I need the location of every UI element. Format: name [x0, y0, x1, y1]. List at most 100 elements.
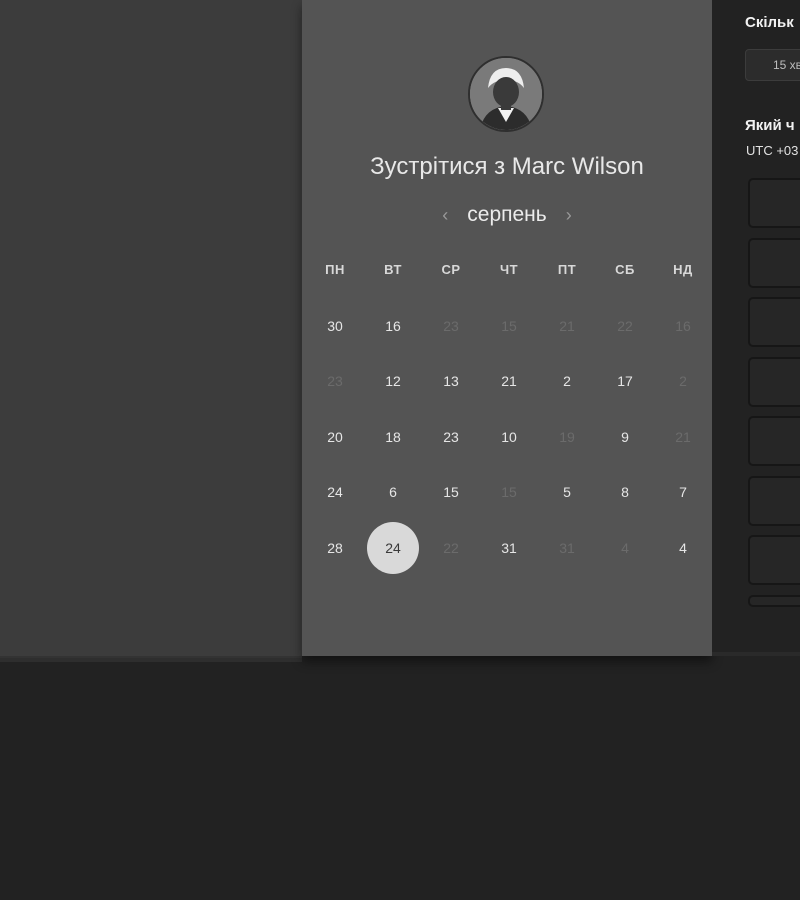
days-grid: 30 16 23 15 21 22 16 23 12 13 21 2 17 2 20 18 23 10 19 9 21 2… — [306, 298, 712, 576]
calendar-day: 2 — [654, 354, 712, 410]
calendar-day: 4 — [596, 520, 654, 576]
day-number: 16 — [675, 317, 691, 334]
calendar-day[interactable]: 16 — [364, 298, 422, 354]
day-number: 8 — [621, 484, 629, 501]
calendar-day[interactable]: 4 — [654, 520, 712, 576]
day-number: 15 — [443, 484, 459, 501]
day-number: 28 — [327, 539, 343, 556]
calendar-day[interactable]: 9 — [596, 409, 654, 465]
calendar-day[interactable]: 5 — [538, 465, 596, 521]
day-number: 7 — [679, 484, 687, 501]
time-slot-button[interactable] — [748, 297, 800, 347]
calendar-day[interactable]: 23 — [422, 409, 480, 465]
calendar-day: 19 — [538, 409, 596, 465]
calendar-day: 16 — [654, 298, 712, 354]
duration-heading: Скільк — [745, 14, 794, 31]
calendar-panel: Зустрітися з Marc Wilson ‹ серпень › ПН В… — [302, 0, 712, 656]
calendar-day[interactable]: 20 — [306, 409, 364, 465]
day-number: 31 — [559, 539, 575, 556]
day-number: 2 — [679, 373, 687, 390]
calendar-day[interactable]: 15 — [422, 465, 480, 521]
calendar-day: 22 — [596, 298, 654, 354]
day-number: 10 — [501, 428, 517, 445]
time-slot-button[interactable] — [748, 178, 800, 228]
calendar-day[interactable]: 10 — [480, 409, 538, 465]
selected-day[interactable]: 24 — [364, 520, 422, 576]
weekday-label: ПН — [325, 262, 345, 277]
weekday-label: СБ — [615, 262, 635, 277]
calendar-day[interactable]: 24 — [306, 465, 364, 521]
day-number: 22 — [443, 539, 459, 556]
weekday-header: ПН ВТ СР ЧТ ПТ СБ НД — [306, 262, 712, 277]
day-number: 22 — [617, 317, 633, 334]
day-number: 31 — [501, 539, 517, 556]
calendar-day[interactable]: 21 — [480, 354, 538, 410]
time-heading: Який ч — [745, 117, 795, 134]
calendar-day[interactable]: 2 — [538, 354, 596, 410]
calendar-day[interactable]: 18 — [364, 409, 422, 465]
calendar-day[interactable]: 13 — [422, 354, 480, 410]
host-avatar — [468, 56, 544, 132]
day-number: 20 — [327, 428, 343, 445]
avatar-portrait — [470, 58, 542, 130]
left-pane — [0, 0, 302, 662]
calendar-day: 23 — [422, 298, 480, 354]
day-number: 24 — [327, 484, 343, 501]
time-slot-button[interactable] — [748, 237, 800, 288]
calendar-day[interactable]: 8 — [596, 465, 654, 521]
calendar-day[interactable]: 30 — [306, 298, 364, 354]
time-slot-button[interactable] — [748, 594, 800, 607]
weekday-label: ЧТ — [499, 262, 519, 277]
day-number: 4 — [679, 539, 687, 556]
time-slot-button[interactable] — [748, 535, 800, 585]
time-slot-button[interactable] — [748, 356, 800, 407]
day-number: 30 — [327, 317, 343, 334]
day-number: 2 — [563, 373, 571, 390]
day-number: 21 — [501, 373, 517, 390]
day-number: 5 — [563, 484, 571, 501]
duration-select[interactable]: 15 хв — [745, 49, 800, 81]
time-selection-panel: Скільк 15 хв Який ч UTC +03 — [712, 0, 800, 654]
day-number: 16 — [385, 317, 401, 334]
panel-divider — [712, 652, 800, 656]
calendar-day[interactable]: 17 — [596, 354, 654, 410]
chevron-right-icon[interactable]: › — [561, 200, 577, 230]
day-number: 15 — [501, 317, 517, 334]
day-number: 13 — [443, 373, 459, 390]
weekday-label: СР — [441, 262, 461, 277]
calendar-day[interactable]: 6 — [364, 465, 422, 521]
calendar-day: 15 — [480, 465, 538, 521]
day-number: 23 — [327, 373, 343, 390]
day-number: 23 — [443, 428, 459, 445]
day-number: 18 — [385, 428, 401, 445]
calendar-day[interactable]: 28 — [306, 520, 364, 576]
time-slot-button[interactable] — [748, 416, 800, 466]
month-navigation: ‹ серпень › — [302, 200, 712, 230]
calendar-day: 21 — [538, 298, 596, 354]
weekday-label: ВТ — [384, 262, 402, 277]
calendar-day: 31 — [538, 520, 596, 576]
day-number: 21 — [559, 317, 575, 334]
day-number: 4 — [621, 539, 629, 556]
month-label: серпень — [467, 203, 547, 226]
chevron-left-icon[interactable]: ‹ — [437, 200, 453, 230]
calendar-day[interactable]: 31 — [480, 520, 538, 576]
timezone-label[interactable]: UTC +03 — [746, 143, 798, 158]
day-number: 6 — [389, 484, 397, 501]
calendar-day[interactable]: 12 — [364, 354, 422, 410]
day-number: 19 — [559, 428, 575, 445]
meeting-title: Зустрітися з Marc Wilson — [370, 153, 644, 180]
calendar-day: 22 — [422, 520, 480, 576]
day-number: 9 — [621, 428, 629, 445]
day-number: 15 — [501, 484, 517, 501]
calendar-day: 15 — [480, 298, 538, 354]
calendar-day: 23 — [306, 354, 364, 410]
time-slot-button[interactable] — [748, 475, 800, 526]
calendar-day[interactable]: 7 — [654, 465, 712, 521]
weekday-label: НД — [673, 262, 693, 277]
weekday-label: ПТ — [557, 262, 577, 277]
day-number: 21 — [675, 428, 691, 445]
day-number: 17 — [617, 373, 633, 390]
day-number: 24 — [367, 521, 419, 574]
day-number: 12 — [385, 373, 401, 390]
